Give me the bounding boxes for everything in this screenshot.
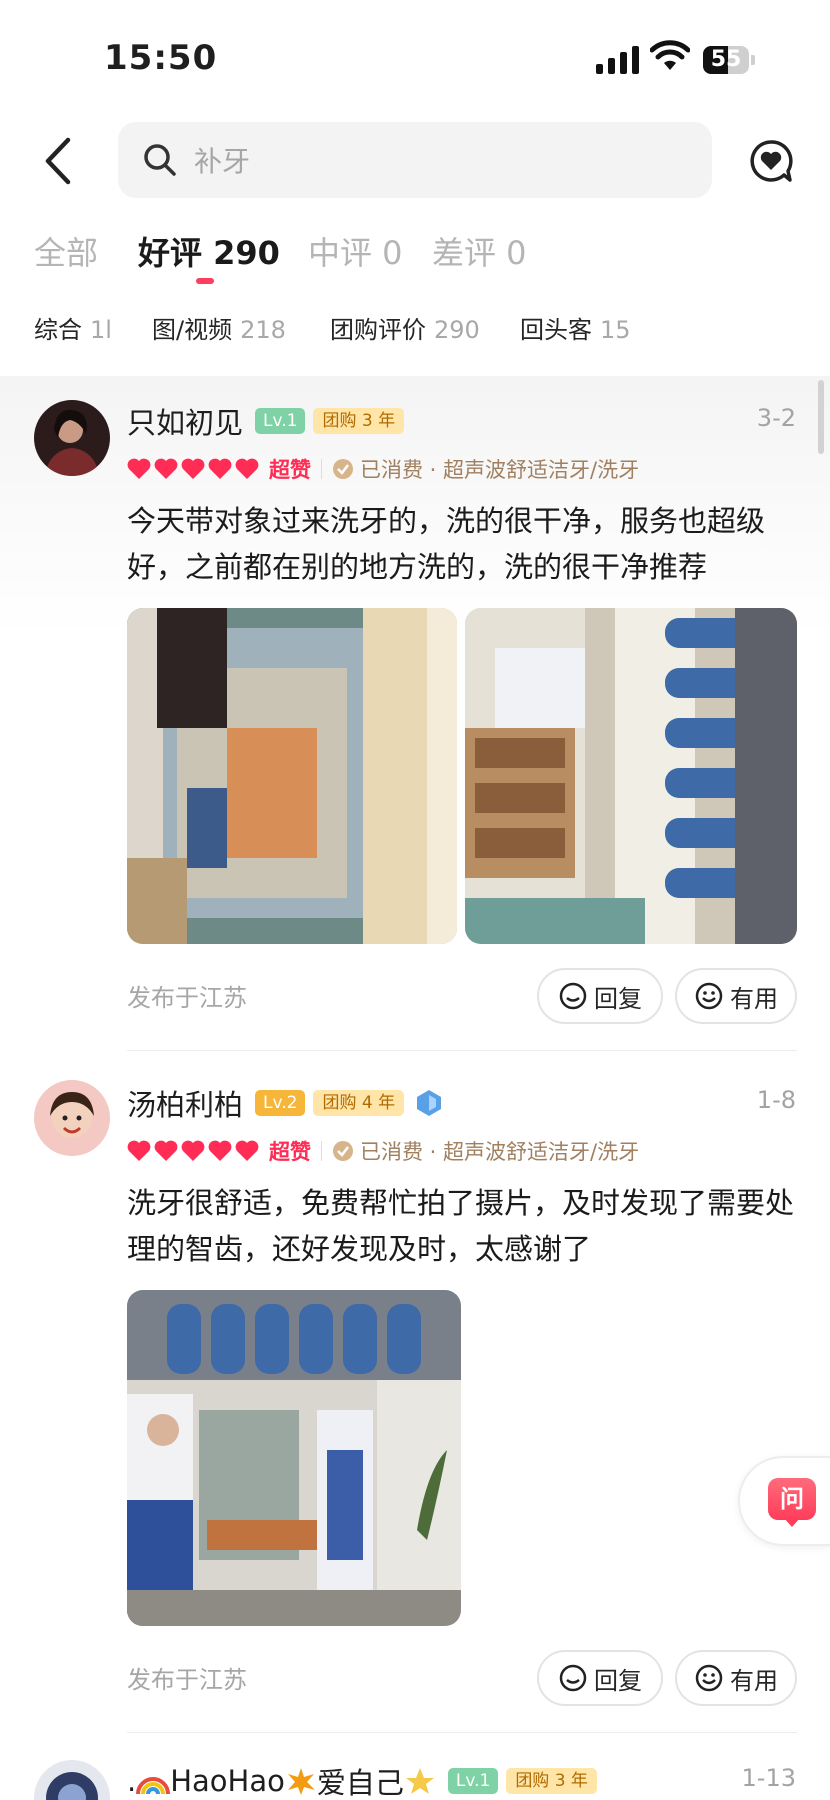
useful-label: 有用 <box>730 984 778 1013</box>
rating-row: 超赞 已消费 · 超声波舒适洁牙/洗牙 <box>127 454 639 484</box>
comment-icon <box>559 1664 587 1692</box>
username[interactable]: . HaoHao 爱自己 Lv.1 团购 3 年 <box>127 1760 597 1800</box>
useful-button[interactable]: 有用 <box>675 968 797 1024</box>
review-photo[interactable] <box>127 608 457 944</box>
filter-comprehensive[interactable]: 综合 1l <box>34 310 112 345</box>
filter-group-buy[interactable]: 团购评价 290 <box>330 310 480 345</box>
filter-returning[interactable]: 回头客 15 <box>520 310 631 345</box>
review-date: 1-8 <box>756 1086 796 1114</box>
avatar[interactable] <box>34 1080 110 1156</box>
heart-icon <box>127 1140 151 1161</box>
filter-count: 15 <box>600 316 631 344</box>
rating-hearts <box>127 1140 259 1162</box>
level-badge: Lv.1 <box>447 1768 499 1794</box>
level-badge: Lv.1 <box>255 408 306 434</box>
filter-count: 218 <box>240 316 286 344</box>
filter-label: 图/视频 <box>152 316 233 344</box>
username[interactable]: 只如初见 Lv.1 团购 3 年 <box>127 400 405 442</box>
tab-positive[interactable]: 好评 290 <box>138 228 280 274</box>
search-icon <box>144 144 176 176</box>
battery-icon: 55 <box>703 46 755 74</box>
wifi-icon <box>650 40 690 70</box>
group-buy-badge: 团购 3 年 <box>313 408 405 434</box>
useful-button[interactable]: 有用 <box>675 1650 797 1706</box>
reply-button[interactable]: 回复 <box>537 968 663 1024</box>
review-content[interactable]: 洗牙很舒适，免费帮忙拍了摄片，及时发现了需要处理的智齿，还好发现及时，太感谢了 <box>127 1180 797 1272</box>
rating-label: 超赞 <box>269 458 311 482</box>
filter-bar: 综合 1l 图/视频 218 团购评价 290 回头客 15 <box>34 310 830 350</box>
tab-all[interactable]: 全部 <box>34 228 98 274</box>
status-bar: 15:50 55 <box>0 0 830 110</box>
heart-icon <box>154 1140 178 1161</box>
smile-icon <box>695 982 723 1010</box>
rating-row: 超赞 已消费 · 超声波舒适洁牙/洗牙 <box>127 1136 639 1166</box>
heart-icon <box>127 458 151 479</box>
ask-bubble-tail <box>784 1518 800 1527</box>
review-content[interactable]: 今天带对象过来洗牙的，洗的很干净，服务也超级好，之前都在别的地方洗的，洗的很干净… <box>127 498 797 590</box>
review-date: 1-13 <box>741 1764 796 1792</box>
heart-icon <box>181 1140 205 1161</box>
heart-chat-icon[interactable] <box>748 138 794 184</box>
review-location: 发布于江苏 <box>127 984 247 1012</box>
heart-icon <box>208 1140 232 1161</box>
filter-label: 综合 <box>34 316 82 344</box>
filter-photo-video[interactable]: 图/视频 218 <box>152 310 286 345</box>
rainbow-icon <box>136 1777 171 1795</box>
username-text: 汤柏利柏 <box>127 1088 244 1122</box>
avatar[interactable] <box>34 400 110 476</box>
search-input[interactable]: 补牙 <box>118 122 712 198</box>
separator <box>321 1141 322 1161</box>
username-text: 只如初见 <box>127 406 244 440</box>
divider <box>127 1732 797 1733</box>
signal-icon <box>596 44 639 74</box>
review-location: 发布于江苏 <box>127 1666 247 1694</box>
tab-indicator <box>196 278 214 284</box>
username-suffix: 爱自己 <box>316 1766 404 1800</box>
username-prefix: . <box>127 1764 137 1798</box>
filter-count: 290 <box>434 316 480 344</box>
verified-icon <box>333 1141 353 1161</box>
back-icon[interactable] <box>38 136 78 186</box>
comment-icon <box>559 982 587 1010</box>
heart-icon <box>235 458 259 479</box>
member-badge-icon <box>417 1090 442 1116</box>
rating-label: 超赞 <box>269 1140 311 1164</box>
filter-label: 回头客 <box>520 316 592 344</box>
star-icon <box>405 1768 434 1794</box>
rating-hearts <box>127 458 259 480</box>
heart-icon <box>154 458 178 479</box>
divider <box>127 1050 797 1051</box>
review-date: 3-2 <box>756 404 796 432</box>
level-badge: Lv.2 <box>255 1090 306 1116</box>
battery-percent: 55 <box>710 47 742 72</box>
group-buy-badge: 团购 4 年 <box>313 1090 405 1116</box>
filter-count: 1l <box>90 316 112 344</box>
smile-icon <box>695 1664 723 1692</box>
review-photo[interactable] <box>465 608 797 944</box>
tab-neutral[interactable]: 中评 0 <box>308 228 403 274</box>
heart-icon <box>235 1140 259 1161</box>
search-placeholder: 补牙 <box>194 145 251 178</box>
heart-icon <box>208 458 232 479</box>
review-photo[interactable] <box>127 1290 461 1626</box>
ask-label: 问 <box>768 1478 816 1520</box>
separator <box>321 459 322 479</box>
reply-label: 回复 <box>594 984 642 1013</box>
reply-button[interactable]: 回复 <box>537 1650 663 1706</box>
ask-button[interactable]: 问 <box>738 1456 830 1546</box>
group-buy-badge: 团购 3 年 <box>506 1768 597 1794</box>
useful-label: 有用 <box>730 1666 778 1695</box>
scrollbar[interactable] <box>818 380 824 454</box>
burst-icon <box>287 1768 315 1795</box>
filter-label: 团购评价 <box>330 316 426 344</box>
heart-icon <box>181 458 205 479</box>
verified-icon <box>333 459 353 479</box>
consume-info[interactable]: 已消费 · 超声波舒适洁牙/洗牙 <box>360 1136 639 1166</box>
tab-negative[interactable]: 差评 0 <box>432 228 527 274</box>
status-time: 15:50 <box>104 38 218 78</box>
consume-info[interactable]: 已消费 · 超声波舒适洁牙/洗牙 <box>360 454 639 484</box>
reply-label: 回复 <box>594 1666 642 1695</box>
username[interactable]: 汤柏利柏 Lv.2 团购 4 年 <box>127 1082 444 1124</box>
username-main: HaoHao <box>170 1764 285 1798</box>
